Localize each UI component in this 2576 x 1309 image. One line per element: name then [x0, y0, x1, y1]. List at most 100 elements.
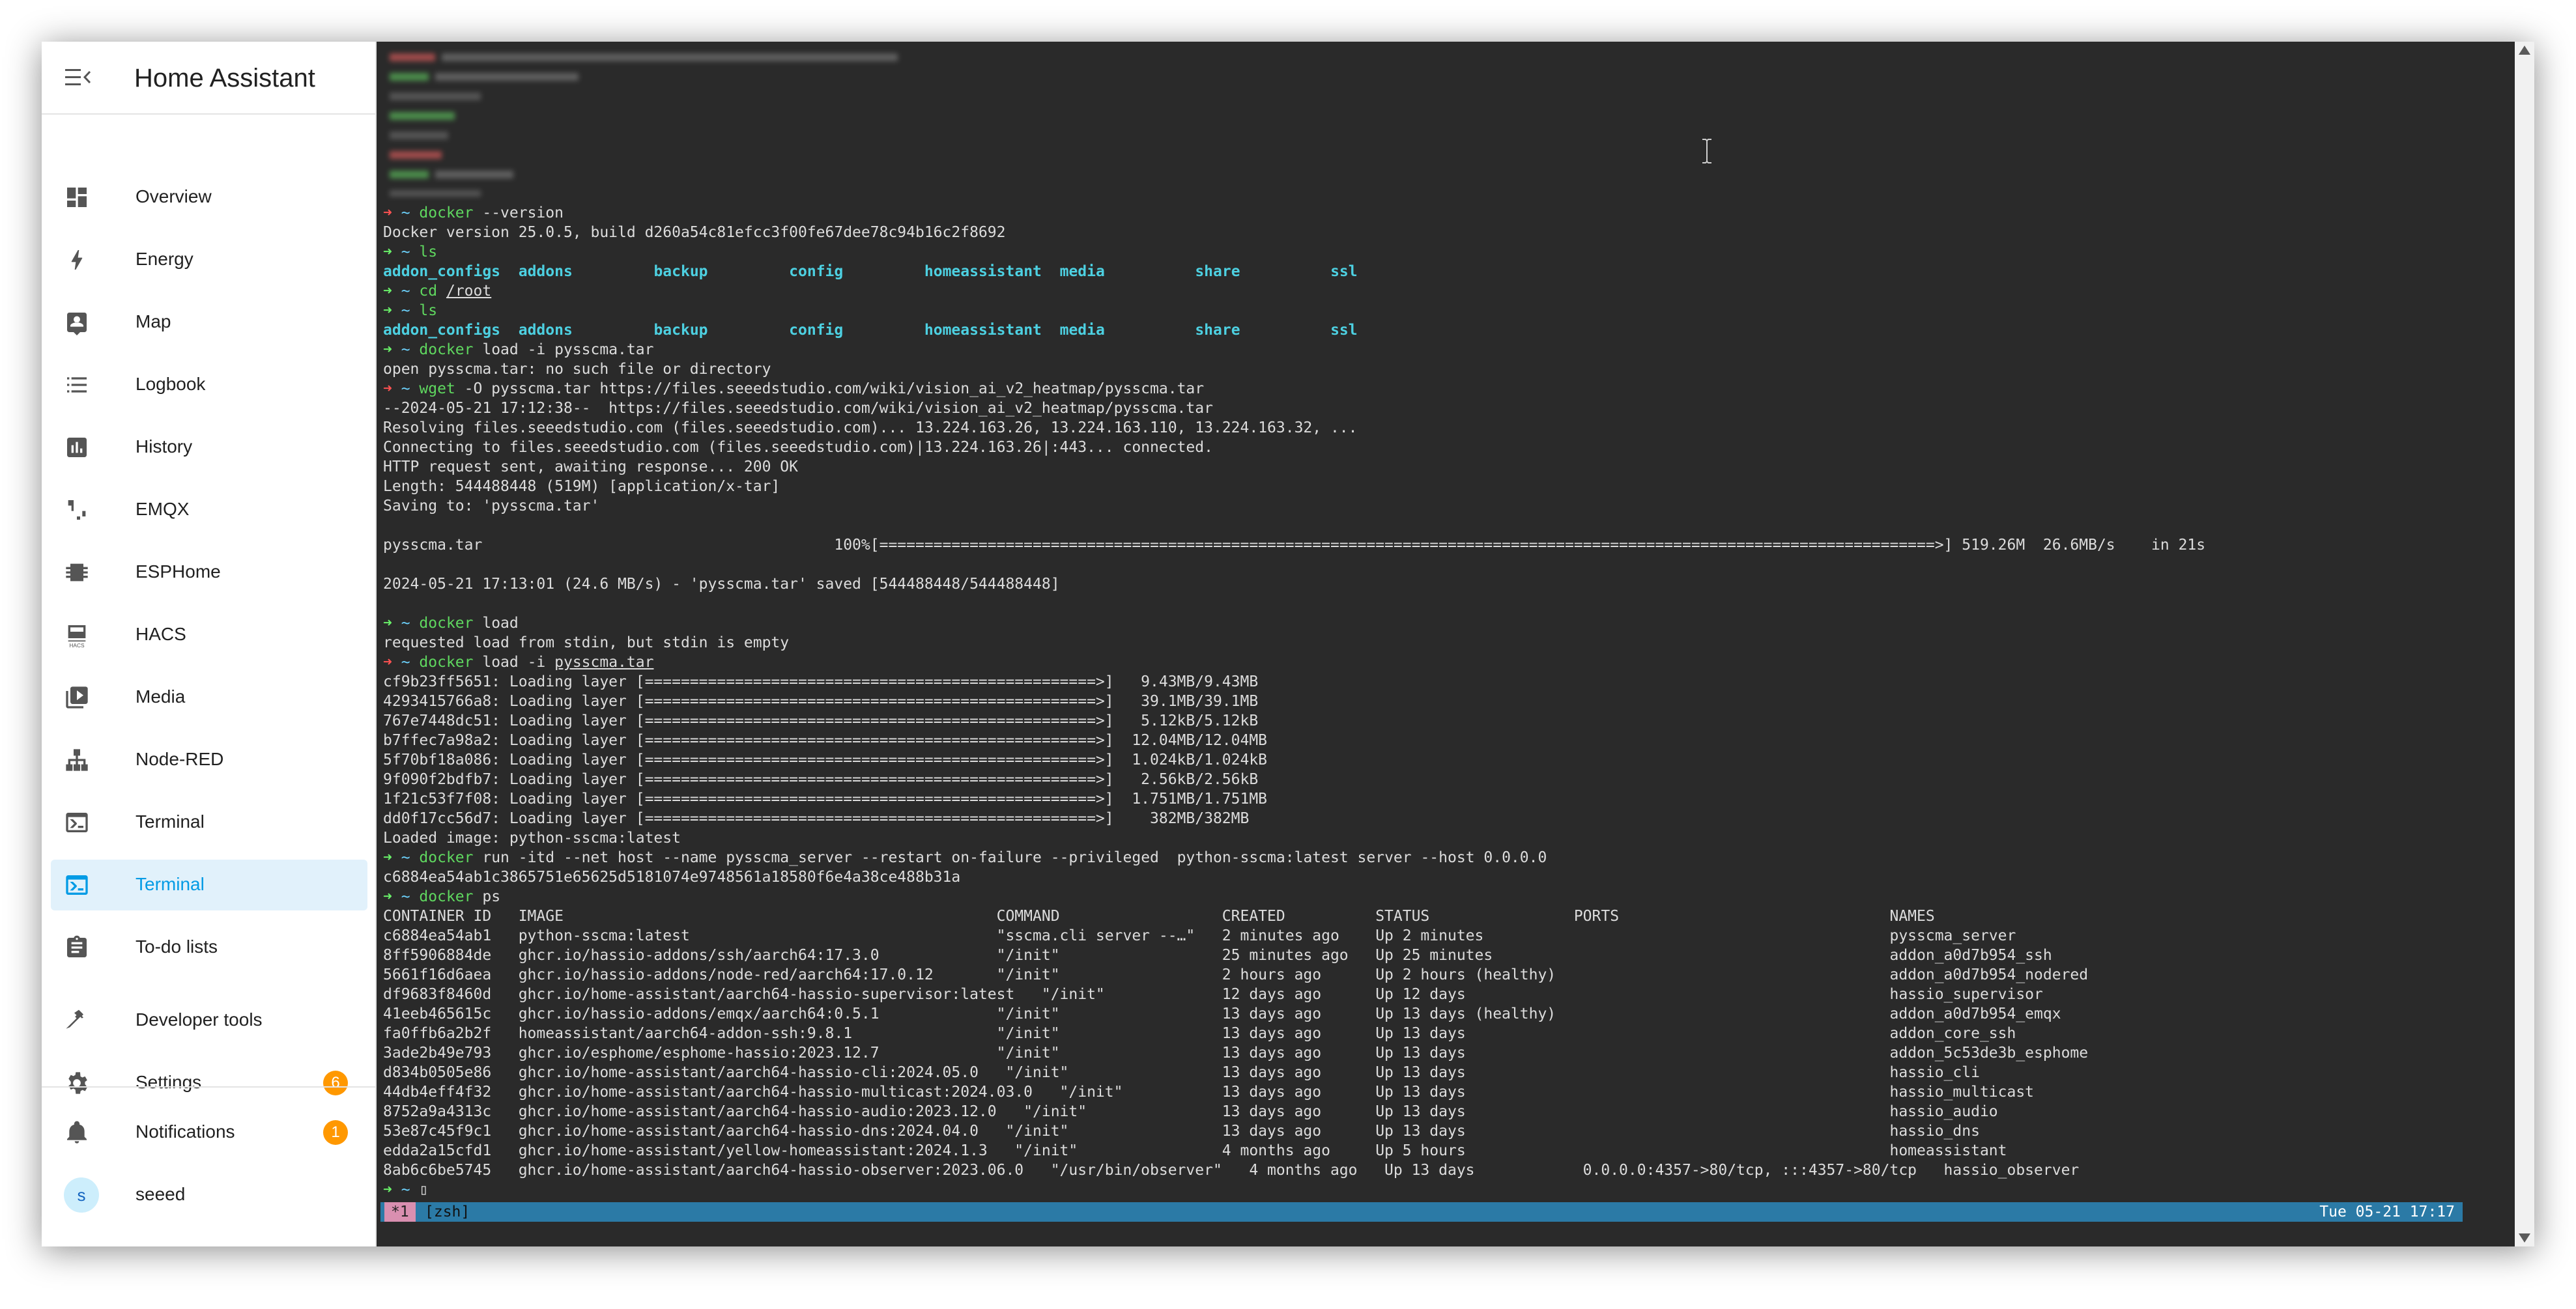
- terminal-panel[interactable]: ➜ ~ docker --version Docker version 25.0.…: [377, 42, 2534, 1246]
- sidebar-item-notifications[interactable]: Notifications 1: [51, 1107, 367, 1158]
- sidebar-item-emqx[interactable]: EMQX: [51, 485, 367, 535]
- console-icon: [66, 875, 88, 895]
- terminal-text: c6884ea54ab1c3865751e65625d5181074e97485…: [383, 869, 961, 886]
- terminal-line: d834b0505e86 ghcr.io/home-assistant/aarc…: [383, 1063, 2205, 1082]
- terminal-text: 3ade2b49e793 ghcr.io/esphome/esphome-has…: [383, 1045, 2089, 1062]
- terminal-line: 8ff5906884de ghcr.io/hassio-addons/ssh/a…: [383, 946, 2205, 965]
- sidebar-item-terminal-active[interactable]: Terminal: [51, 860, 367, 910]
- terminal-text: ➜: [383, 849, 401, 866]
- terminal-line: 9f090f2bdfb7: Loading layer [===========…: [383, 770, 2205, 789]
- terminal-line: addon_configs addons backup config homea…: [383, 262, 2205, 281]
- scroll-up-arrow-icon[interactable]: [2519, 46, 2530, 55]
- sidebar-item-label: Terminal: [136, 811, 205, 832]
- terminal-text: media: [1059, 322, 1105, 339]
- terminal-line: ➜ ~ ls: [383, 301, 2205, 320]
- terminal-text: ➜: [383, 283, 401, 300]
- sidebar-item-label: Map: [136, 311, 171, 331]
- terminal-text: pysscma.tar 100%[=======================…: [383, 537, 2206, 554]
- terminal-line: 1f21c53f7f08: Loading layer [===========…: [383, 789, 2205, 809]
- terminal-text: 5661f16d6aea ghcr.io/hassio-addons/node-…: [383, 966, 2089, 983]
- route-icon: [68, 500, 86, 520]
- sidebar-item-overview[interactable]: Overview: [51, 172, 367, 223]
- sidebar-item-energy[interactable]: Energy: [51, 234, 367, 285]
- terminal-text: 44db4eff4f32 ghcr.io/home-assistant/aarc…: [383, 1084, 2035, 1101]
- terminal-text: ps: [473, 888, 501, 905]
- window-name[interactable]: [zsh]: [425, 1202, 470, 1222]
- lightning-icon: [71, 250, 83, 270]
- terminal-line: c6884ea54ab1 python-sscma:latest "sscma.…: [383, 926, 2205, 946]
- terminal-line: 5661f16d6aea ghcr.io/hassio-addons/node-…: [383, 965, 2205, 985]
- sidebar-item-to-do-lists[interactable]: To-do lists: [51, 922, 367, 973]
- terminal-text: media: [1059, 263, 1105, 280]
- terminal-text: edda2a15cfd1 ghcr.io/home-assistant/yell…: [383, 1142, 2007, 1159]
- terminal-text: docker: [419, 849, 474, 866]
- menu-collapse-icon[interactable]: [65, 66, 91, 89]
- sidebar-item-history[interactable]: History: [51, 422, 367, 473]
- terminal-text: load -i pysscma.tar: [473, 341, 654, 358]
- terminal-line: CONTAINER ID IMAGE COMMAND CREATED STATU…: [383, 907, 2205, 926]
- terminal-text: docker: [419, 888, 474, 905]
- terminal-text: ➜: [383, 1181, 401, 1198]
- terminal-text: ~: [401, 380, 420, 397]
- terminal-line: 4293415766a8: Loading layer [===========…: [383, 692, 2205, 711]
- terminal-text: ➜: [383, 654, 401, 671]
- terminal-line: 5f70bf18a086: Loading layer [===========…: [383, 750, 2205, 770]
- window-index[interactable]: *1: [384, 1202, 416, 1222]
- terminal-text: backup: [653, 322, 708, 339]
- terminal-line: requested load from stdin, but stdin is …: [383, 633, 2205, 653]
- terminal-text: 4293415766a8: Loading layer [===========…: [383, 693, 1259, 710]
- map-person-icon: [67, 313, 87, 335]
- sidebar-item-settings[interactable]: Settings 6: [51, 1058, 367, 1108]
- terminal-line: ➜ ~ ls: [383, 242, 2205, 262]
- scroll-down-arrow-icon[interactable]: [2519, 1233, 2530, 1243]
- sidebar-item-label: HACS: [136, 624, 186, 644]
- terminal-text: dd0f17cc56d7: Loading layer [===========…: [383, 810, 1250, 827]
- terminal-line: Connecting to files.seeedstudio.com (fil…: [383, 438, 2205, 457]
- terminal-line: ➜ ~ wget -O pysscma.tar https://files.se…: [383, 379, 2205, 399]
- sidebar-item-user[interactable]: s seeed: [51, 1170, 367, 1220]
- terminal-line: 767e7448dc51: Loading layer [===========…: [383, 711, 2205, 731]
- terminal-text: 53e87c45f9c1 ghcr.io/home-assistant/aarc…: [383, 1123, 1980, 1140]
- terminal-text: cf9b23ff5651: Loading layer [===========…: [383, 673, 1259, 690]
- sidebar: Home Assistant Overview Energy Map Logbook H…: [42, 42, 377, 1246]
- sitemap-icon: [66, 749, 88, 771]
- terminal-text: -O pysscma.tar https://files.seeedstudio…: [455, 380, 1205, 397]
- terminal-text: pysscma.tar: [554, 654, 654, 671]
- sidebar-item-logbook[interactable]: Logbook: [51, 359, 367, 410]
- bell-icon: [67, 1121, 87, 1144]
- sidebar-item-terminal[interactable]: Terminal: [51, 797, 367, 848]
- sidebar-item-label: To-do lists: [136, 936, 218, 957]
- terminal-line: ➜ ~ docker load -i pysscma.tar: [383, 653, 2205, 672]
- terminal-line: Saving to: 'pysscma.tar': [383, 496, 2205, 516]
- sidebar-item-media[interactable]: Media: [51, 672, 367, 723]
- scrollbar[interactable]: [2515, 42, 2534, 1246]
- terminal-text: cd: [419, 283, 438, 300]
- sidebar-item-label: History: [136, 436, 193, 457]
- console-icon: [66, 813, 88, 832]
- terminal-text: 1f21c53f7f08: Loading layer [===========…: [383, 791, 1268, 808]
- sidebar-item-developer-tools[interactable]: Developer tools: [51, 995, 367, 1046]
- sidebar-item-label: Settings: [136, 1072, 202, 1092]
- sidebar-item-esphome[interactable]: ESPHome: [51, 547, 367, 598]
- terminal-text: ~: [401, 244, 420, 260]
- sidebar-item-hacs[interactable]: HACS HACS: [51, 610, 367, 660]
- tmux-status-bar: *1 [zsh] Tue 05-21 17:17: [380, 1202, 2463, 1222]
- sidebar-item-label: Media: [136, 686, 186, 707]
- terminal-text: load: [473, 615, 519, 632]
- sidebar-header: Home Assistant: [42, 42, 375, 115]
- terminal-line: ➜ ~ docker ps: [383, 887, 2205, 907]
- sidebar-item-node-red[interactable]: Node-RED: [51, 735, 367, 785]
- terminal-text: ssl: [1330, 263, 1358, 280]
- app-window: Home Assistant Overview Energy Map Logbook H…: [42, 42, 2534, 1246]
- sidebar-item-map[interactable]: Map: [51, 297, 367, 348]
- terminal-text: Connecting to files.seeedstudio.com (fil…: [383, 439, 1213, 456]
- terminal-line: --2024-05-21 17:12:38-- https://files.se…: [383, 399, 2205, 418]
